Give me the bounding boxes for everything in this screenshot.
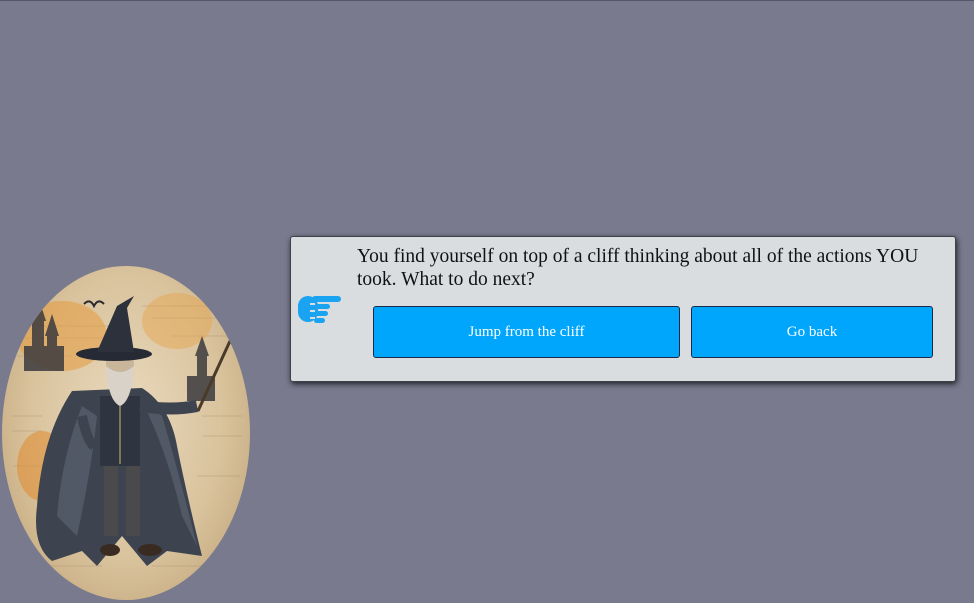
wizard-portrait [2,266,250,600]
pointing-hand-icon [298,293,342,325]
go-back-button[interactable]: Go back [691,306,933,358]
choice-dialog: You find yourself on top of a cliff thin… [290,236,956,382]
jump-from-cliff-button[interactable]: Jump from the cliff [373,306,680,358]
story-message: You find yourself on top of a cliff thin… [357,246,919,290]
